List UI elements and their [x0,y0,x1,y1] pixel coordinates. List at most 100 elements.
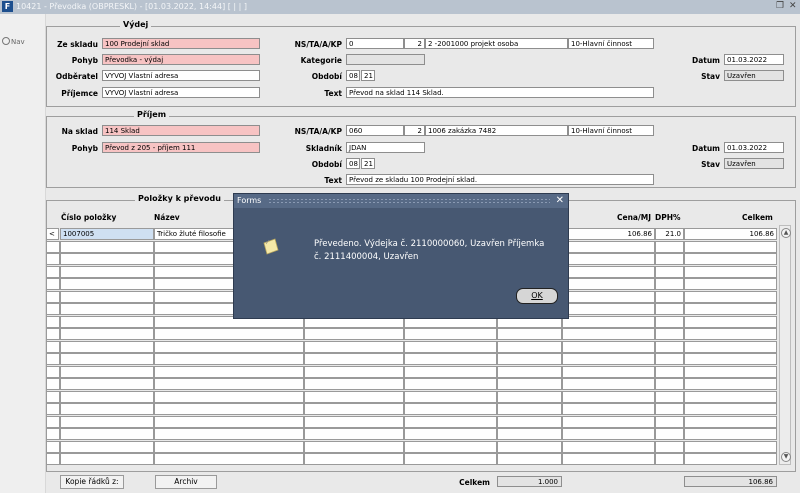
table-cell[interactable] [60,415,154,428]
table-cell[interactable] [60,365,154,378]
table-cell[interactable] [655,303,684,315]
row-marker[interactable] [46,453,60,465]
table-cell[interactable] [497,365,562,378]
table-cell[interactable] [655,265,684,278]
row-marker[interactable] [46,265,60,278]
table-cell[interactable] [154,415,304,428]
row-marker[interactable] [46,353,60,365]
table-cell[interactable] [497,353,562,365]
table-cell[interactable] [562,353,655,365]
table-cell[interactable] [684,340,777,353]
table-cell[interactable] [684,453,777,465]
table-cell[interactable] [655,428,684,440]
table-cell[interactable] [154,353,304,365]
table-cell[interactable] [655,278,684,290]
table-cell[interactable] [60,340,154,353]
nav-button[interactable]: Nav [2,37,25,46]
table-cell[interactable] [655,353,684,365]
table-cell[interactable] [304,428,404,440]
row1-cena[interactable]: 106.86 [562,228,655,240]
table-cell[interactable] [404,415,497,428]
vydej-ns-field-2[interactable]: 2 [404,38,425,49]
table-cell[interactable] [60,453,154,465]
table-cell[interactable] [684,253,777,265]
table-cell[interactable] [497,428,562,440]
table-cell[interactable] [655,403,684,415]
vydej-obdobi-month[interactable]: 08 [346,70,360,81]
table-cell[interactable] [304,365,404,378]
prijem-obdobi-month[interactable]: 08 [346,158,360,169]
table-cell[interactable] [497,390,562,403]
table-cell[interactable] [154,328,304,340]
table-cell[interactable] [304,353,404,365]
table-cell[interactable] [684,278,777,290]
row-marker[interactable] [46,428,60,440]
table-cell[interactable] [684,428,777,440]
table-cell[interactable] [60,378,154,390]
table-cell[interactable] [684,390,777,403]
na-sklad-field[interactable]: 114 Sklad [102,125,260,136]
table-cell[interactable] [684,353,777,365]
row-marker[interactable] [46,278,60,290]
table-cell[interactable] [562,403,655,415]
vydej-ns-field-1[interactable]: 0 [346,38,404,49]
row-marker[interactable] [46,240,60,253]
table-cell[interactable] [60,265,154,278]
table-cell[interactable] [154,440,304,453]
table-cell[interactable] [60,403,154,415]
table-cell[interactable] [404,365,497,378]
table-cell[interactable] [562,390,655,403]
table-cell[interactable] [655,315,684,328]
table-cell[interactable] [562,253,655,265]
table-cell[interactable] [684,365,777,378]
table-cell[interactable] [497,440,562,453]
table-cell[interactable] [562,378,655,390]
table-cell[interactable] [154,365,304,378]
vydej-datum-field[interactable]: 01.03.2022 [724,54,784,65]
table-cell[interactable] [684,415,777,428]
table-cell[interactable] [154,428,304,440]
vydej-obdobi-year[interactable]: 21 [361,70,375,81]
table-cell[interactable] [154,453,304,465]
table-cell[interactable] [497,328,562,340]
table-cell[interactable] [404,390,497,403]
table-cell[interactable] [684,240,777,253]
table-cell[interactable] [60,240,154,253]
archiv-button[interactable]: Archiv [155,475,217,489]
prijem-stav-field[interactable]: Uzavřen [724,158,784,169]
table-cell[interactable] [404,428,497,440]
table-cell[interactable] [497,415,562,428]
table-cell[interactable] [655,240,684,253]
table-cell[interactable] [304,440,404,453]
table-cell[interactable] [304,340,404,353]
table-cell[interactable] [562,365,655,378]
table-cell[interactable] [655,378,684,390]
row-marker[interactable] [46,290,60,303]
table-cell[interactable] [60,278,154,290]
table-cell[interactable] [655,340,684,353]
table-cell[interactable] [562,303,655,315]
table-cell[interactable] [60,253,154,265]
table-cell[interactable] [684,328,777,340]
prijemce-field[interactable]: VYVOJ Vlastní adresa [102,87,260,98]
table-cell[interactable] [304,328,404,340]
row-marker[interactable] [46,440,60,453]
row-marker[interactable]: < [46,228,59,240]
kopie-radku-button[interactable]: Kopie řádků z: [60,475,124,489]
row1-cislo[interactable]: 1007005 [60,228,154,240]
table-cell[interactable] [60,303,154,315]
table-cell[interactable] [154,390,304,403]
vydej-pohyb-field[interactable]: Převodka - výdaj [102,54,260,65]
restore-icon[interactable]: ❐ [776,1,784,11]
row-marker[interactable] [46,340,60,353]
table-cell[interactable] [684,378,777,390]
table-cell[interactable] [562,453,655,465]
table-cell[interactable] [304,403,404,415]
table-cell[interactable] [60,440,154,453]
prijem-pohyb-field[interactable]: Převod z 205 - příjem 111 [102,142,260,153]
vydej-text-field[interactable]: Převod na sklad 114 Sklad. [346,87,654,98]
table-cell[interactable] [60,328,154,340]
table-cell[interactable] [562,240,655,253]
table-cell[interactable] [562,340,655,353]
table-cell[interactable] [404,440,497,453]
